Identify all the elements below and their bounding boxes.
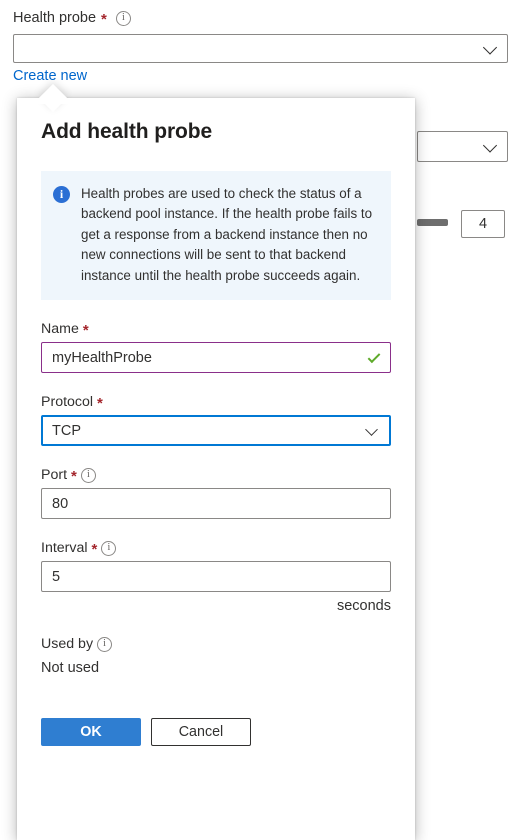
info-message-text: Health probes are used to check the stat…	[81, 186, 373, 283]
health-probe-label-text: Health probe	[13, 10, 97, 26]
protocol-field-group: Protocol * TCP	[41, 394, 391, 447]
port-input-value: 80	[52, 495, 69, 512]
chevron-down-icon	[482, 39, 498, 55]
name-label: Name *	[41, 321, 391, 339]
info-icon[interactable]: i	[80, 467, 96, 483]
background-number-input[interactable]: 4	[461, 210, 505, 238]
info-icon-glyph: i	[103, 637, 106, 649]
name-input[interactable]: myHealthProbe	[41, 342, 391, 374]
name-label-text: Name	[41, 321, 79, 338]
add-health-probe-callout: Add health probe i Health probes are use…	[17, 83, 415, 840]
protocol-label-text: Protocol	[41, 394, 94, 411]
required-asterisk: *	[71, 467, 77, 485]
background-select-partial[interactable]	[417, 131, 508, 162]
info-message-box: i Health probes are used to check the st…	[41, 171, 391, 301]
health-probe-label: Health probe * i	[13, 10, 131, 28]
port-label-text: Port	[41, 467, 68, 484]
health-probe-select[interactable]	[13, 34, 508, 63]
info-circle-icon: i	[53, 186, 70, 203]
protocol-label: Protocol *	[41, 394, 391, 412]
chevron-down-icon	[482, 137, 498, 153]
info-icon[interactable]: i	[101, 540, 117, 556]
required-asterisk: *	[82, 321, 89, 339]
used-by-label: Used by i	[41, 636, 391, 652]
used-by-group: Used by i Not used	[41, 636, 391, 676]
interval-input-value: 5	[52, 568, 61, 585]
interval-unit-label: seconds	[336, 598, 391, 615]
dialog-button-row: OK Cancel	[41, 718, 391, 747]
port-field-group: Port * i 80	[41, 467, 391, 520]
used-by-value: Not used	[41, 660, 100, 677]
interval-input[interactable]: 5	[41, 561, 391, 593]
interval-field-group: Interval * i 5 seconds	[41, 540, 391, 614]
interval-label: Interval * i	[41, 540, 391, 558]
info-circle-glyph: i	[59, 186, 64, 201]
name-field-group: Name * myHealthProbe	[41, 321, 391, 374]
protocol-select-value: TCP	[52, 422, 81, 439]
ok-button[interactable]: OK	[41, 718, 141, 747]
required-asterisk: *	[101, 10, 107, 28]
cancel-button[interactable]: Cancel	[151, 718, 251, 747]
background-slider-track[interactable]	[417, 219, 448, 226]
screen: Health probe * i Create new 4 Add health…	[0, 0, 521, 840]
used-by-label-text: Used by	[41, 636, 94, 653]
checkmark-icon	[367, 349, 381, 363]
name-input-value: myHealthProbe	[52, 349, 152, 366]
info-icon-glyph: i	[86, 468, 90, 480]
info-icon[interactable]: i	[115, 10, 131, 26]
dialog-title: Add health probe	[41, 120, 213, 143]
chevron-down-icon	[365, 422, 378, 436]
required-asterisk: *	[91, 540, 98, 558]
callout-beak-cover	[31, 98, 77, 104]
info-icon-glyph: i	[121, 11, 125, 23]
create-new-link[interactable]: Create new	[13, 68, 87, 84]
info-icon-glyph: i	[107, 541, 111, 553]
port-input[interactable]: 80	[41, 488, 391, 520]
port-label: Port * i	[41, 467, 391, 485]
info-icon[interactable]: i	[97, 636, 113, 652]
protocol-select[interactable]: TCP	[41, 415, 391, 447]
interval-label-text: Interval	[41, 540, 88, 557]
required-asterisk: *	[97, 394, 103, 412]
